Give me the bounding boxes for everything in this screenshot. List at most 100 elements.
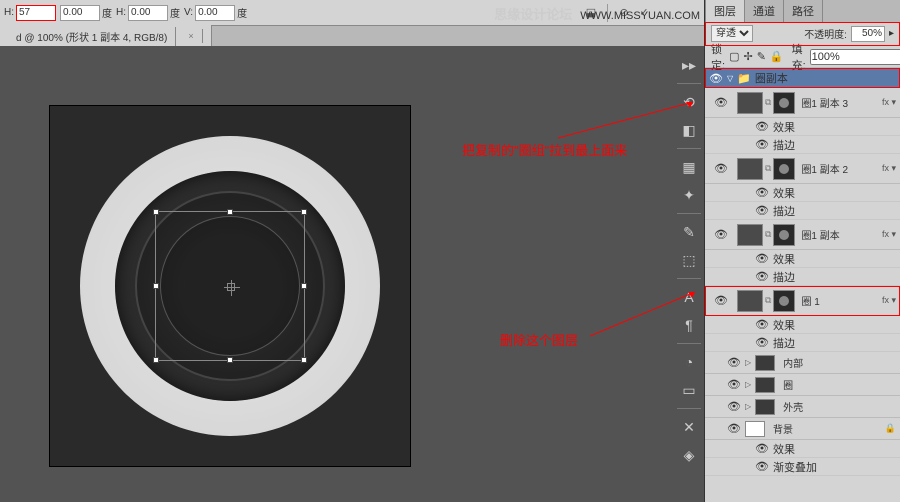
visibility-icon[interactable]: 👁 (714, 162, 728, 176)
transform-handle[interactable] (227, 357, 233, 363)
arrow-1 (558, 100, 698, 140)
fx-badge[interactable]: fx ▾ (882, 229, 898, 240)
fill-input[interactable] (810, 49, 900, 65)
visibility-icon[interactable]: 👁 (727, 356, 741, 370)
tab-paths[interactable]: 路径 (783, 0, 823, 22)
layer-mask (773, 158, 795, 180)
artboard (50, 106, 410, 466)
input-v[interactable] (195, 5, 235, 21)
lock-icon[interactable]: ✎ (757, 50, 766, 63)
layer-effect[interactable]: 👁效果 (705, 316, 900, 334)
visibility-icon[interactable]: 👁 (755, 186, 769, 200)
panel-tabs: 图层 通道 路径 (705, 0, 900, 22)
layer-mask (773, 224, 795, 246)
transform-handle[interactable] (153, 209, 159, 215)
tool-icon[interactable]: ▸▸ (676, 52, 702, 78)
visibility-icon[interactable]: 👁 (755, 120, 769, 134)
annotation-1: 把复制的"圈组"拉到最上面来 (462, 140, 627, 159)
fx-badge[interactable]: fx ▾ (882, 295, 898, 306)
layer-effect[interactable]: 👁描边 (705, 202, 900, 220)
fx-badge[interactable]: fx ▾ (882, 163, 898, 174)
tool-icon[interactable]: ◔ (676, 349, 702, 375)
layer-row-selected[interactable]: 👁 ⧉ 圈 1 fx ▾ (705, 286, 900, 316)
transform-handle[interactable] (301, 357, 307, 363)
watermark-url: WWW.MISSYUAN.COM (580, 10, 700, 22)
transform-bounding-box[interactable] (155, 211, 305, 361)
visibility-icon[interactable]: 👁 (755, 138, 769, 152)
transform-handle[interactable] (153, 283, 159, 289)
layer-row[interactable]: 👁▷外壳 (705, 396, 900, 418)
layer-row[interactable]: 👁▷内部 (705, 352, 900, 374)
layer-effect[interactable]: 👁效果 (705, 250, 900, 268)
disclosure-icon[interactable]: ▽ (727, 74, 733, 83)
disclosure-icon[interactable]: ▷ (745, 358, 751, 367)
visibility-icon[interactable]: 👁 (709, 71, 723, 85)
layer-thumb (737, 290, 763, 312)
link-icon: ⧉ (765, 229, 771, 240)
layer-row[interactable]: 👁 ⧉ 圈1 副本 3 fx ▾ (705, 88, 900, 118)
layer-row[interactable]: 👁 ⧉ 圈1 副本 2 fx ▾ (705, 154, 900, 184)
visibility-icon[interactable]: 👁 (755, 270, 769, 284)
lock-icon[interactable]: 🔒 (770, 50, 784, 63)
input-angle[interactable] (60, 5, 100, 21)
link-icon: ⧉ (765, 97, 771, 108)
lock-icon: 🔒 (885, 423, 896, 434)
layer-effect[interactable]: 👁效果 (705, 118, 900, 136)
layer-effect[interactable]: 👁描边 (705, 268, 900, 286)
tool-icon[interactable]: ✕ (676, 414, 702, 440)
visibility-icon[interactable]: 👁 (755, 460, 769, 474)
layer-effect[interactable]: 👁描边 (705, 136, 900, 154)
opacity-input[interactable] (851, 26, 885, 42)
input-h1[interactable] (16, 5, 56, 21)
layer-row[interactable]: 👁背景🔒 (705, 418, 900, 440)
layers-panel: 图层 通道 路径 穿透 不透明度: ▸ 锁定: ▢✢✎🔒 填充: ▸ 👁 ▽ 📁… (704, 0, 900, 502)
visibility-icon[interactable]: 👁 (755, 318, 769, 332)
visibility-icon[interactable]: 👁 (714, 294, 728, 308)
tool-icon[interactable]: ✦ (676, 182, 702, 208)
layer-effect[interactable]: 👁渐变叠加 (705, 458, 900, 476)
blend-mode-select[interactable]: 穿透 (711, 25, 753, 42)
layer-effect[interactable]: 👁描边 (705, 334, 900, 352)
visibility-icon[interactable]: 👁 (714, 228, 728, 242)
close-icon[interactable]: × (180, 29, 202, 43)
visibility-icon[interactable]: 👁 (727, 378, 741, 392)
layer-effect[interactable]: 👁效果 (705, 184, 900, 202)
tool-icon[interactable]: ▭ (676, 377, 702, 403)
transform-center[interactable] (227, 283, 235, 291)
swatches-icon[interactable]: ▦ (676, 154, 702, 180)
layer-thumb (737, 92, 763, 114)
disclosure-icon[interactable]: ▷ (745, 402, 751, 411)
input-h2[interactable] (128, 5, 168, 21)
fx-badge[interactable]: fx ▾ (882, 97, 898, 108)
brush-icon[interactable]: ✎ (676, 219, 702, 245)
link-icon: ⧉ (765, 163, 771, 174)
tool-icon[interactable]: ◈ (676, 442, 702, 468)
visibility-icon[interactable]: 👁 (755, 204, 769, 218)
tab-channels[interactable]: 通道 (744, 0, 784, 22)
layer-effect[interactable]: 👁效果 (705, 440, 900, 458)
lock-icon[interactable]: ✢ (743, 50, 752, 63)
field-angle: 度 (60, 5, 112, 21)
visibility-icon[interactable]: 👁 (755, 442, 769, 456)
visibility-icon[interactable]: 👁 (727, 400, 741, 414)
folder-icon (755, 399, 775, 415)
transform-handle[interactable] (153, 357, 159, 363)
visibility-icon[interactable]: 👁 (755, 336, 769, 350)
document-tab[interactable]: d @ 100% (形状 1 副本 4, RGB/8)× (0, 25, 212, 48)
visibility-icon[interactable]: 👁 (755, 252, 769, 266)
layer-row[interactable]: 👁 ⧉ 圈1 副本 fx ▾ (705, 220, 900, 250)
folder-icon (755, 377, 775, 393)
arrow-2 (590, 290, 700, 340)
disclosure-icon[interactable]: ▷ (745, 380, 751, 389)
lock-icon[interactable]: ▢ (729, 50, 739, 63)
layer-row[interactable]: 👁▷圈 (705, 374, 900, 396)
transform-handle[interactable] (301, 283, 307, 289)
transform-handle[interactable] (227, 209, 233, 215)
tool-icon[interactable]: ⬚ (676, 247, 702, 273)
tab-layers[interactable]: 图层 (705, 0, 745, 22)
transform-handle[interactable] (301, 209, 307, 215)
visibility-icon[interactable]: 👁 (714, 96, 728, 110)
layer-thumb (737, 224, 763, 246)
layer-list: 👁 ▽ 📁 圈副本 👁 ⧉ 圈1 副本 3 fx ▾ 👁效果 👁描边 👁 ⧉ 圈… (705, 68, 900, 476)
visibility-icon[interactable]: 👁 (727, 422, 741, 436)
